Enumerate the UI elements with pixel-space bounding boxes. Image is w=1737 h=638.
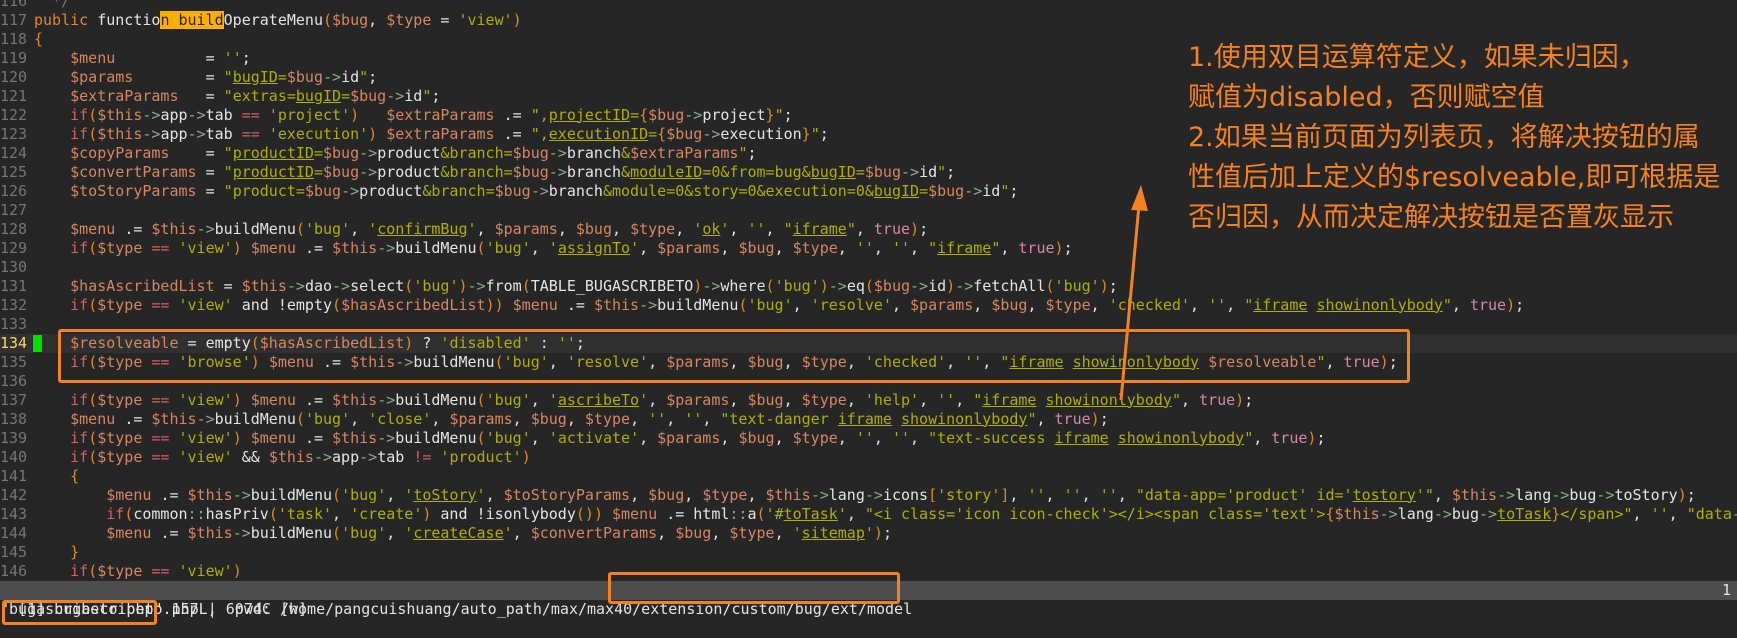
annotation-line: 否归因，从而决定解决按钮是否置灰显示 — [1188, 202, 1674, 233]
annotation-note: 1.使用双目运算符定义，如果未归因， 赋值为disabled，否则赋空值 2.如… — [1188, 38, 1720, 238]
annotation-line: 赋值为disabled，否则赋空值 — [1188, 82, 1545, 113]
annotation-line: 1.使用双目运算符定义，如果未归因， — [1188, 42, 1646, 73]
annotation-line: 性值后加上定义的$resolveable,即可根据是 — [1188, 162, 1721, 193]
annotation-line: 2.如果当前页面为列表页，将解决按钮的属 — [1188, 122, 1700, 153]
